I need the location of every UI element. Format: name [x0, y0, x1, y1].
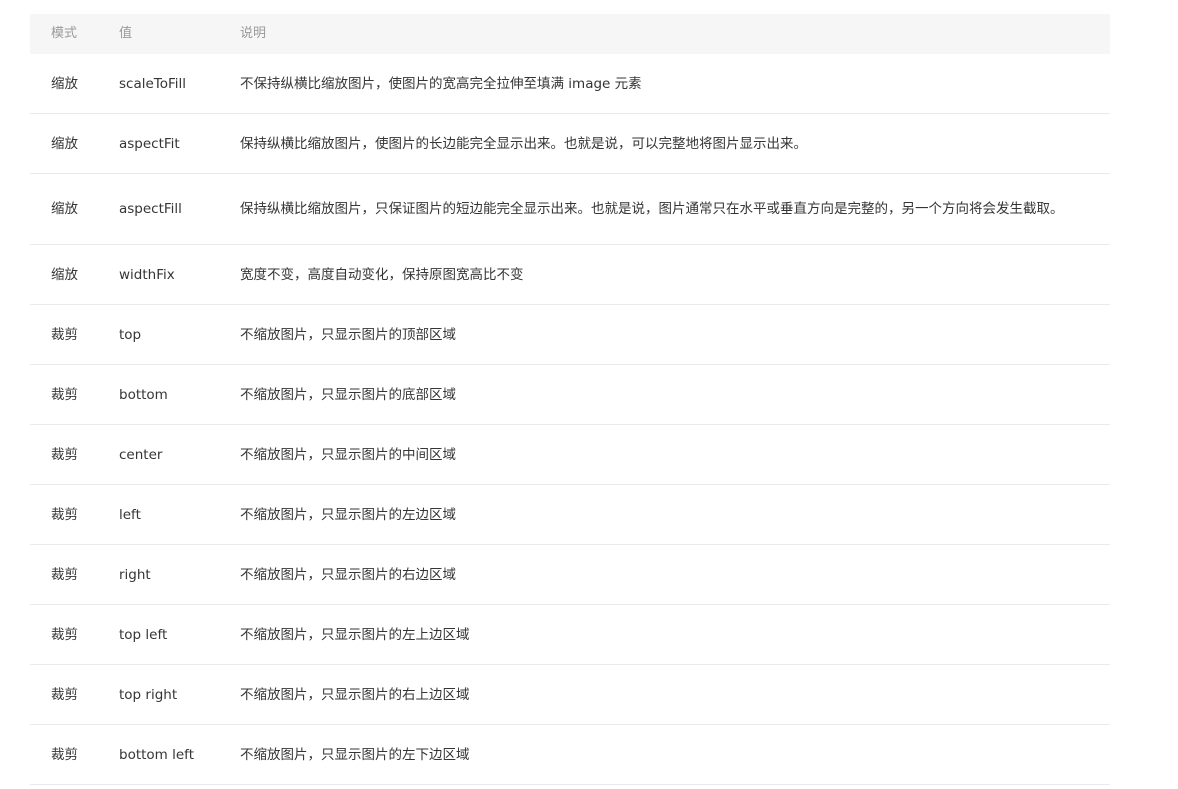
table-row: 缩放 scaleToFill 不保持纵横比缩放图片，使图片的宽高完全拉伸至填满 …: [30, 54, 1110, 114]
cell-value: aspectFill: [119, 201, 182, 217]
cell-description: 不缩放图片，只显示图片的顶部区域: [240, 326, 456, 343]
cell-mode: 缩放: [51, 266, 78, 283]
cell-description: 不缩放图片，只显示图片的左下边区域: [240, 746, 470, 763]
cell-description: 不缩放图片，只显示图片的左上边区域: [240, 626, 470, 643]
cell-value: top left: [119, 626, 168, 643]
cell-mode: 裁剪: [51, 746, 78, 763]
header-description: 说明: [240, 26, 267, 41]
cell-mode: 裁剪: [51, 626, 78, 643]
cell-description: 不缩放图片，只显示图片的左边区域: [240, 506, 456, 523]
table-row: 缩放 widthFix 宽度不变，高度自动变化，保持原图宽高比不变: [30, 245, 1110, 305]
cell-description: 宽度不变，高度自动变化，保持原图宽高比不变: [240, 266, 524, 283]
table-row: 裁剪 bottom 不缩放图片，只显示图片的底部区域: [30, 365, 1110, 425]
table-row: 缩放 aspectFill 保持纵横比缩放图片，只保证图片的短边能完全显示出来。…: [30, 174, 1110, 245]
mode-table: 模式 值 说明 缩放 scaleToFill 不保持纵横比缩放图片，使图片的宽高…: [30, 14, 1110, 785]
cell-value: top: [119, 326, 142, 343]
cell-value: bottom: [119, 386, 168, 403]
cell-mode: 裁剪: [51, 566, 78, 583]
table-row: 裁剪 right 不缩放图片，只显示图片的右边区域: [30, 545, 1110, 605]
cell-value: scaleToFill: [119, 75, 187, 92]
cell-value: top right: [119, 686, 178, 703]
cell-value: aspectFit: [119, 135, 180, 152]
cell-mode: 缩放: [51, 201, 78, 217]
cell-description: 保持纵横比缩放图片，只保证图片的短边能完全显示出来。也就是说，图片通常只在水平或…: [240, 201, 1064, 217]
table-row: 裁剪 top 不缩放图片，只显示图片的顶部区域: [30, 305, 1110, 365]
table-row: 裁剪 bottom left 不缩放图片，只显示图片的左下边区域: [30, 725, 1110, 785]
cell-mode: 裁剪: [51, 386, 78, 403]
cell-value: bottom left: [119, 746, 194, 763]
table-row: 裁剪 top left 不缩放图片，只显示图片的左上边区域: [30, 605, 1110, 665]
cell-description: 不缩放图片，只显示图片的右边区域: [240, 566, 456, 583]
cell-mode: 缩放: [51, 135, 78, 152]
table-row: 裁剪 center 不缩放图片，只显示图片的中间区域: [30, 425, 1110, 485]
cell-mode: 裁剪: [51, 446, 78, 463]
table-row: 裁剪 top right 不缩放图片，只显示图片的右上边区域: [30, 665, 1110, 725]
cell-description: 不缩放图片，只显示图片的右上边区域: [240, 686, 470, 703]
cell-mode: 裁剪: [51, 686, 78, 703]
cell-description: 保持纵横比缩放图片，使图片的长边能完全显示出来。也就是说，可以完整地将图片显示出…: [240, 135, 807, 152]
cell-mode: 裁剪: [51, 326, 78, 343]
cell-value: right: [119, 566, 151, 583]
cell-description: 不缩放图片，只显示图片的底部区域: [240, 386, 456, 403]
cell-mode: 裁剪: [51, 506, 78, 523]
header-value: 值: [119, 26, 133, 41]
cell-value: widthFix: [119, 266, 175, 283]
cell-value: left: [119, 506, 141, 523]
table-header: 模式 值 说明: [30, 14, 1110, 54]
table-row: 缩放 aspectFit 保持纵横比缩放图片，使图片的长边能完全显示出来。也就是…: [30, 114, 1110, 174]
cell-description: 不保持纵横比缩放图片，使图片的宽高完全拉伸至填满 image 元素: [240, 75, 642, 92]
cell-value: center: [119, 446, 163, 463]
table-row: 裁剪 left 不缩放图片，只显示图片的左边区域: [30, 485, 1110, 545]
cell-mode: 缩放: [51, 75, 78, 92]
cell-description: 不缩放图片，只显示图片的中间区域: [240, 446, 456, 463]
header-mode: 模式: [51, 26, 78, 41]
